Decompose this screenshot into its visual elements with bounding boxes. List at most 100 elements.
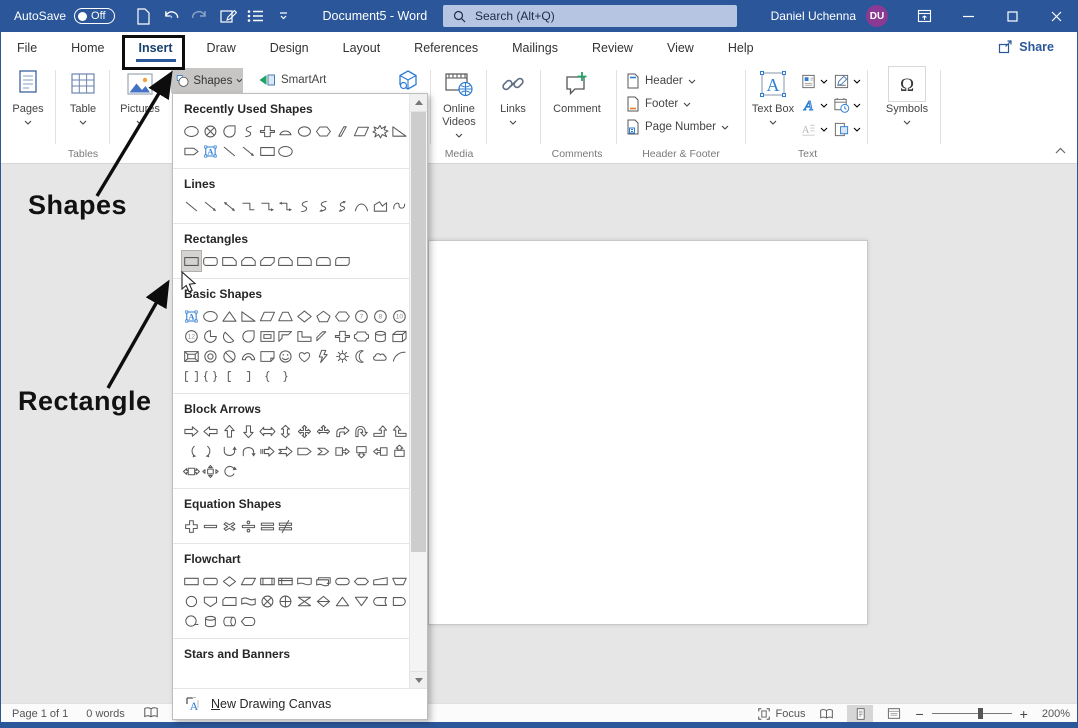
shape-math-equal[interactable] <box>258 516 277 536</box>
online-videos-button[interactable]: Online Videos <box>434 66 484 142</box>
shape-manual-operation[interactable] <box>390 571 409 591</box>
shape-predefined-process[interactable] <box>258 571 277 591</box>
shape-snip-single-corner[interactable] <box>220 251 239 271</box>
ribbon-display-options-button[interactable] <box>902 0 946 32</box>
shape-elbow-connector[interactable] <box>239 196 258 216</box>
shape-octagon[interactable]: 8 <box>371 306 390 326</box>
shape-pentagon[interactable] <box>314 306 333 326</box>
signature-line-button[interactable] <box>833 70 861 92</box>
symbols-button[interactable]: Ω Symbols <box>884 66 930 129</box>
shape-chord-circle[interactable] <box>220 326 239 346</box>
shape-sort[interactable] <box>314 591 333 611</box>
collapse-ribbon-button[interactable] <box>1055 141 1066 159</box>
shape-cube[interactable] <box>390 326 409 346</box>
share-button[interactable]: Share <box>990 37 1062 57</box>
shape-rounded-rectangle[interactable] <box>201 251 220 271</box>
shape-display[interactable] <box>239 611 258 631</box>
shape-sun[interactable] <box>333 346 352 366</box>
tab-file[interactable]: File <box>0 32 54 64</box>
shape-smiley[interactable] <box>276 346 295 366</box>
shape-bent-up-arrow-left[interactable] <box>390 421 409 441</box>
shape-alternate-process[interactable] <box>201 571 220 591</box>
shape-curved-double-arrow[interactable] <box>333 196 352 216</box>
shape-document[interactable] <box>295 571 314 591</box>
shape-rectangle[interactable] <box>182 251 201 271</box>
focus-button[interactable]: Focus <box>757 707 806 721</box>
search-input[interactable] <box>473 8 717 24</box>
tab-mailings[interactable]: Mailings <box>495 32 575 64</box>
3d-models-button[interactable] <box>392 66 424 96</box>
shape-down-arrow-callout[interactable] <box>352 441 371 461</box>
shape-teardrop[interactable] <box>239 326 258 346</box>
shape-explosion[interactable] <box>371 121 390 141</box>
shape-heart[interactable] <box>295 346 314 366</box>
tab-home[interactable]: Home <box>54 32 121 64</box>
zoom-slider[interactable] <box>932 713 1012 714</box>
pictures-button[interactable]: Pictures <box>114 66 166 129</box>
shape-no-symbol[interactable] <box>220 346 239 366</box>
page-number-button[interactable]: Page Number <box>626 116 729 138</box>
zoom-out-button[interactable]: − <box>915 706 923 722</box>
shape-internal-storage[interactable] <box>276 571 295 591</box>
shape-elbow-arrow[interactable] <box>258 196 277 216</box>
shape-line-double-arrow[interactable] <box>220 196 239 216</box>
text-box-button[interactable]: A Text Box <box>750 66 796 129</box>
qat-more-chevron-icon[interactable] <box>275 7 293 25</box>
shape-round-same-side[interactable] <box>314 251 333 271</box>
shape-arrow-left[interactable] <box>201 421 220 441</box>
shape-punched-tape[interactable] <box>239 591 258 611</box>
shape-bent-up-arrow[interactable] <box>371 421 390 441</box>
shape-line-arrow[interactable] <box>201 196 220 216</box>
read-mode-button[interactable] <box>813 705 839 723</box>
shape-pie[interactable] <box>201 326 220 346</box>
new-drawing-canvas-item[interactable]: A New Drawing Canvas <box>173 688 427 719</box>
shape-off-page-connector[interactable] <box>201 591 220 611</box>
search-box[interactable] <box>443 5 737 27</box>
scroll-up-icon[interactable] <box>410 94 427 112</box>
shape-arrow-down[interactable] <box>239 421 258 441</box>
tab-insert[interactable]: Insert <box>122 32 190 64</box>
shape-data[interactable] <box>239 571 258 591</box>
shape-freeform[interactable] <box>371 196 390 216</box>
shape-line-arrow[interactable] <box>239 141 258 161</box>
shape-bent-arrow[interactable] <box>333 421 352 441</box>
shape-corner[interactable] <box>295 326 314 346</box>
shape-lightning[interactable] <box>314 346 333 366</box>
shape-teardrop[interactable] <box>220 121 239 141</box>
shape-elbow-double-arrow[interactable] <box>276 196 295 216</box>
shape-right-triangle[interactable] <box>390 121 409 141</box>
zoom-slider-thumb[interactable] <box>978 708 983 719</box>
zoom-in-button[interactable]: + <box>1020 706 1028 722</box>
shape-curved-right-arrow[interactable] <box>201 441 220 461</box>
tab-design[interactable]: Design <box>253 32 326 64</box>
shape-cross[interactable] <box>333 326 352 346</box>
footer-button[interactable]: Footer <box>626 93 691 115</box>
shape-round-diagonal[interactable] <box>333 251 352 271</box>
shape-math-multiply[interactable] <box>220 516 239 536</box>
shape-collate[interactable] <box>295 591 314 611</box>
shape-right-bracket[interactable] <box>239 366 258 386</box>
shape-trapezoid[interactable] <box>276 306 295 326</box>
shape-u-turn-arrow[interactable] <box>352 421 371 441</box>
shape-terminator[interactable] <box>333 571 352 591</box>
shape-notched-right-arrow[interactable] <box>276 441 295 461</box>
tab-draw[interactable]: Draw <box>190 32 253 64</box>
edit-document-icon[interactable] <box>219 7 237 25</box>
close-button[interactable] <box>1034 0 1078 32</box>
shape-diagonal-stripe[interactable] <box>314 326 333 346</box>
shape-round-single[interactable] <box>295 251 314 271</box>
shape-cloud[interactable] <box>371 346 390 366</box>
tab-layout[interactable]: Layout <box>326 32 398 64</box>
shape-merge[interactable] <box>352 591 371 611</box>
shape-stored-data[interactable] <box>371 591 390 611</box>
print-layout-button[interactable] <box>847 705 873 723</box>
shape-parallelogram[interactable] <box>258 306 277 326</box>
shape-heptagon[interactable]: 7 <box>352 306 371 326</box>
shape-half-frame[interactable] <box>276 326 295 346</box>
shape-chord[interactable] <box>276 121 295 141</box>
shape-right-brace[interactable] <box>276 366 295 386</box>
shape-thin-parallelogram[interactable] <box>333 121 352 141</box>
shape-arrow-up[interactable] <box>220 421 239 441</box>
undo-button[interactable] <box>163 7 181 25</box>
shape-direct-storage[interactable] <box>220 611 239 631</box>
